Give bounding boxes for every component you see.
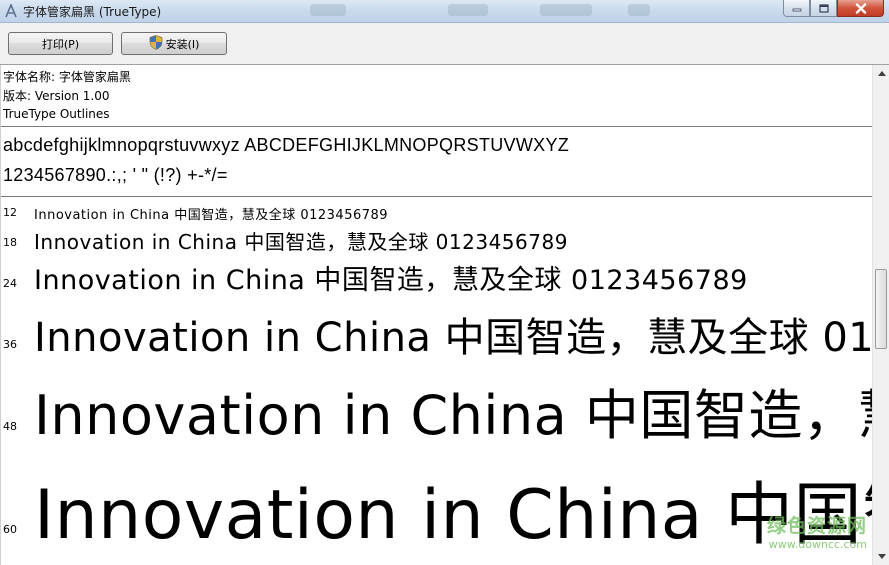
- sample-text-18: Innovation in China 中国智造，慧及全球 0123456789: [34, 230, 568, 254]
- divider: [1, 196, 873, 197]
- font-info: 字体名称: 字体管家扁黑 版本: Version 1.00 TrueType O…: [3, 68, 131, 124]
- sample-text-12: Innovation in China 中国智造，慧及全球 0123456789: [34, 208, 389, 223]
- size-label-18: 18: [3, 236, 17, 249]
- charset-digits-symbols: 1234567890.:,; ' " (!?) +-*/=: [3, 165, 228, 185]
- chevron-up-icon: [877, 71, 886, 76]
- blurred-region: [628, 4, 650, 16]
- font-icon: [4, 2, 18, 18]
- sample-text-60: Innovation in China 中国智造，慧及全球 0123456789: [34, 476, 873, 555]
- close-button[interactable]: [837, 0, 884, 17]
- size-label-48: 48: [3, 420, 17, 433]
- maximize-button[interactable]: [810, 0, 837, 17]
- minimize-button[interactable]: [783, 0, 810, 17]
- toolbar: 打印(P) 安装(I): [0, 23, 889, 65]
- print-button-label: 打印(P): [41, 37, 80, 51]
- blurred-region: [540, 4, 592, 16]
- sample-text-48: Innovation in China 中国智造，慧及全球 0123456789: [34, 384, 873, 447]
- font-name-line: 字体名称: 字体管家扁黑: [3, 70, 131, 84]
- scroll-up-button[interactable]: [873, 65, 889, 82]
- divider: [1, 126, 873, 127]
- uac-shield-icon: [149, 34, 163, 53]
- size-label-24: 24: [3, 277, 17, 290]
- watermark-brand: 绿色资源网: [766, 515, 867, 537]
- sample-text-24: Innovation in China 中国智造，慧及全球 0123456789: [34, 265, 748, 296]
- print-button[interactable]: 打印(P): [8, 32, 113, 55]
- watermark: 绿色资源网 www.downcc.com: [767, 511, 867, 551]
- font-preview-area[interactable]: 字体名称: 字体管家扁黑 版本: Version 1.00 TrueType O…: [0, 65, 873, 565]
- font-type-line: TrueType Outlines: [3, 107, 110, 121]
- scroll-thumb[interactable]: [875, 269, 887, 349]
- sample-text-36: Innovation in China 中国智造，慧及全球 0123456789: [34, 315, 873, 361]
- scroll-down-button[interactable]: [873, 548, 889, 565]
- size-label-60: 60: [3, 523, 17, 536]
- watermark-url: www.downcc.com: [768, 538, 867, 551]
- blurred-region: [448, 4, 488, 16]
- font-version-line: 版本: Version 1.00: [3, 88, 110, 103]
- install-button[interactable]: 安装(I): [121, 32, 227, 55]
- size-label-12: 12: [3, 206, 17, 219]
- size-label-36: 36: [3, 338, 17, 351]
- close-icon: [855, 2, 866, 14]
- vertical-scrollbar[interactable]: [872, 65, 889, 565]
- blurred-region: [310, 4, 346, 16]
- title-bar[interactable]: 字体管家扁黑 (TrueType): [0, 0, 889, 23]
- window-title: 字体管家扁黑 (TrueType): [23, 5, 162, 19]
- chevron-down-icon: [877, 554, 886, 559]
- install-button-label: 安装(I): [165, 37, 200, 51]
- charset-letters: abcdefghijklmnopqrstuvwxyz ABCDEFGHIJKLM…: [3, 135, 570, 155]
